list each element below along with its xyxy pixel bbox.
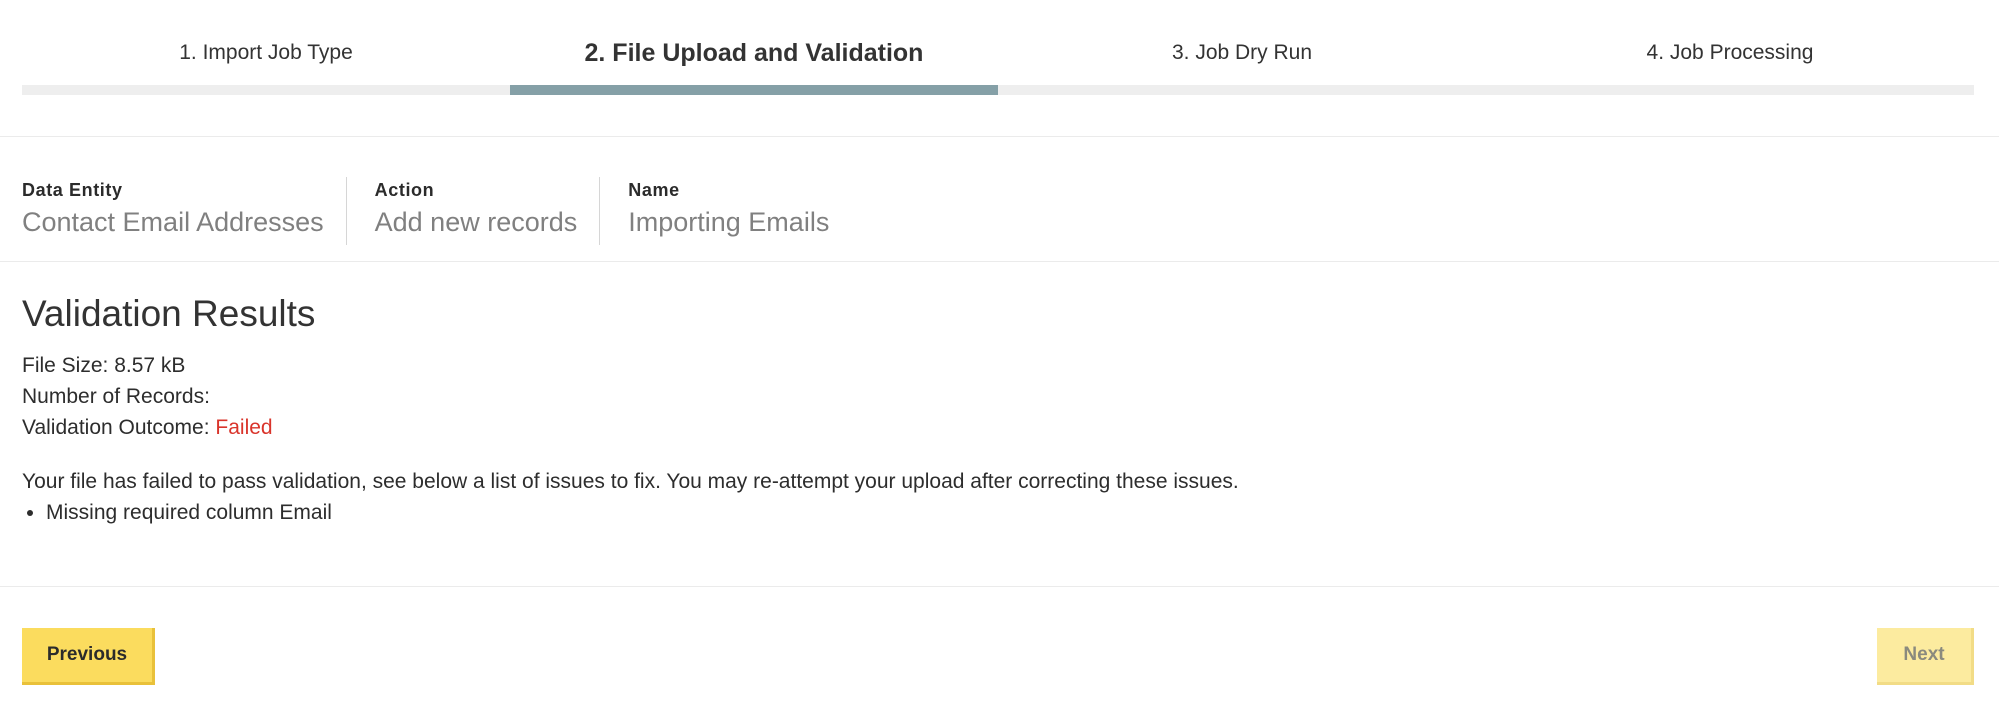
step-file-upload-validation[interactable]: 2. File Upload and Validation: [510, 0, 998, 96]
data-entity-field: Data Entity Contact Email Addresses: [22, 177, 347, 245]
name-value: Importing Emails: [628, 207, 830, 237]
step-import-job-type[interactable]: 1. Import Job Type: [22, 0, 510, 96]
step-label: 4. Job Processing: [1646, 41, 1814, 64]
name-field: Name Importing Emails: [628, 177, 851, 245]
validation-message: Your file has failed to pass validation,…: [22, 470, 1239, 493]
records-row: Number of Records:: [22, 381, 1922, 412]
action-label: Action: [374, 180, 435, 200]
outcome-row: Validation Outcome: Failed: [22, 412, 1922, 443]
data-entity-label: Data Entity: [22, 180, 123, 200]
job-summary: Data Entity Contact Email Addresses Acti…: [22, 177, 879, 245]
next-button[interactable]: Next: [1877, 628, 1974, 685]
action-value: Add new records: [374, 207, 578, 237]
file-size-value: 8.57 kB: [114, 354, 186, 377]
step-label: 1. Import Job Type: [179, 41, 353, 64]
section-divider: [0, 136, 1999, 137]
step-progress-bar: [510, 85, 998, 95]
step-job-dry-run[interactable]: 3. Job Dry Run: [998, 0, 1486, 96]
wizard-stepper: 1. Import Job Type 2. File Upload and Va…: [22, 0, 1974, 96]
validation-results-title: Validation Results: [22, 293, 316, 334]
step-label: 2. File Upload and Validation: [584, 39, 924, 67]
outcome-label: Validation Outcome:: [22, 416, 210, 439]
step-progress-bar: [998, 85, 1486, 95]
validation-results: Validation Results File Size: 8.57 kB Nu…: [22, 292, 1922, 528]
section-divider: [0, 261, 1999, 262]
step-progress-bar: [22, 85, 510, 95]
data-entity-value: Contact Email Addresses: [22, 207, 324, 237]
issues-list: Missing required column Email: [22, 497, 1922, 528]
previous-button[interactable]: Previous: [22, 628, 155, 685]
action-field: Action Add new records: [375, 177, 601, 245]
file-size-label: File Size:: [22, 354, 109, 377]
step-job-processing[interactable]: 4. Job Processing: [1486, 0, 1974, 96]
section-divider: [0, 586, 1999, 587]
file-size-row: File Size: 8.57 kB: [22, 350, 1922, 381]
step-progress-bar: [1486, 85, 1974, 95]
name-label: Name: [628, 180, 680, 200]
list-item: Missing required column Email: [46, 497, 1922, 528]
records-label: Number of Records:: [22, 385, 210, 408]
step-label: 3. Job Dry Run: [1171, 41, 1313, 64]
outcome-status: Failed: [215, 416, 273, 439]
